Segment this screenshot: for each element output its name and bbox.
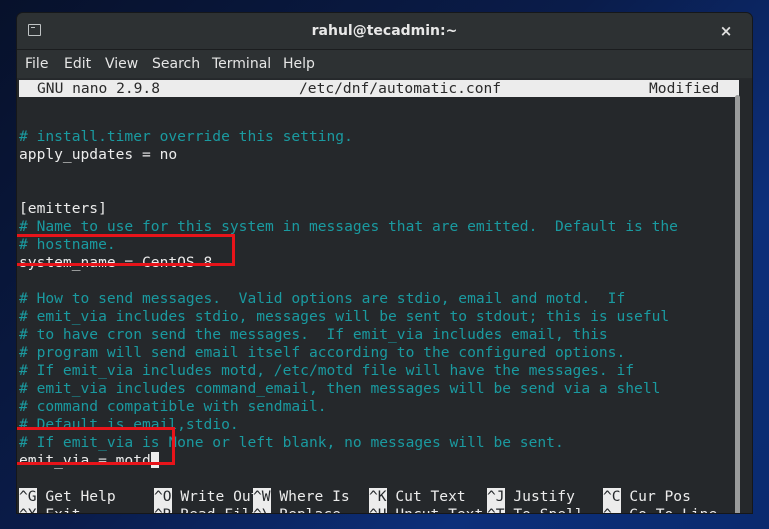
shortcut-item: ^O Write Out (154, 488, 259, 506)
shortcut-item: ^X Exit (19, 506, 81, 513)
shortcut-label: Exit (45, 506, 80, 513)
shortcut-key: ^X (19, 506, 37, 513)
shortcut-item: ^K Cut Text (369, 488, 466, 506)
shortcut-item: ^W Where Is (253, 488, 350, 506)
shortcut-label: Where Is (279, 488, 350, 505)
shortcut-key: ^T (487, 506, 505, 513)
shortcut-label: Uncut Text (395, 506, 483, 513)
shortcut-label: To Spell (513, 506, 583, 513)
menu-search[interactable]: Search (152, 50, 200, 78)
shortcut-key: ^\ (253, 506, 271, 513)
shortcut-key: ^_ (603, 506, 621, 513)
shortcut-item: ^T To Spell (487, 506, 584, 513)
menu-help[interactable]: Help (283, 50, 315, 78)
comment-line: # emit_via includes command_email, then … (19, 380, 661, 397)
shortcut-key: ^W (253, 488, 271, 506)
highlight-emit-via (17, 427, 175, 465)
comment-line: # program will send email itself accordi… (19, 344, 626, 361)
menu-file[interactable]: File (25, 50, 48, 78)
highlight-system-name (17, 234, 235, 266)
comment-line: # to have cron send the messages. If emi… (19, 326, 608, 343)
shortcut-item: ^J Justify (487, 488, 575, 506)
shortcut-key: ^C (603, 488, 621, 506)
shortcut-item: ^\ Replace (253, 506, 341, 513)
shortcut-label: Justify (513, 488, 575, 505)
shortcut-item: ^C Cur Pos (603, 488, 691, 506)
nano-filename: /etc/dnf/automatic.conf (299, 80, 502, 97)
shortcut-label: Cut Text (395, 488, 466, 505)
title-bar[interactable]: rahul@tecadmin:~ × (17, 13, 752, 50)
menu-view[interactable]: View (105, 50, 138, 78)
menu-bar: File Edit View Search Terminal Help (17, 50, 752, 78)
shortcut-key: ^U (369, 506, 387, 513)
close-icon[interactable]: × (716, 21, 736, 41)
shortcut-item: ^G Get Help (19, 488, 116, 506)
menu-terminal[interactable]: Terminal (212, 50, 271, 78)
shortcut-key: ^G (19, 488, 37, 506)
nano-status: Modified (649, 80, 720, 97)
scrollbar[interactable] (735, 95, 740, 513)
shortcut-label: Replace (279, 506, 341, 513)
shortcut-item: ^R Read File (154, 506, 259, 513)
code-line: [emitters] (19, 200, 107, 217)
shortcut-item: ^U Uncut Text (369, 506, 483, 513)
menu-edit[interactable]: Edit (64, 50, 91, 78)
comment-line: # command compatible with sendmail. (19, 398, 327, 415)
shortcut-label: Write Out (180, 488, 260, 505)
window-title: rahul@tecadmin:~ (311, 23, 458, 39)
shortcut-key: ^J (487, 488, 505, 506)
nano-version: GNU nano 2.9.8 (37, 80, 161, 97)
code-line: apply_updates = no (19, 146, 178, 163)
shortcut-label: Cur Pos (629, 488, 691, 505)
nano-header: GNU nano 2.9.8 /etc/dnf/automatic.conf M… (19, 80, 739, 97)
terminal-window: rahul@tecadmin:~ × File Edit View Search… (17, 13, 752, 513)
comment-line: # If emit_via includes motd, /etc/motd f… (19, 362, 635, 379)
comment-line: # install.timer override this setting. (19, 128, 353, 145)
shortcut-label: Get Help (45, 488, 116, 505)
shortcut-item: ^_ Go To Line (603, 506, 717, 513)
comment-line: # emit_via includes stdio, messages will… (19, 308, 670, 325)
shortcut-key: ^O (154, 488, 172, 506)
shortcut-key: ^R (154, 506, 172, 513)
terminal-area[interactable]: GNU nano 2.9.8 /etc/dnf/automatic.conf M… (17, 79, 752, 513)
shortcut-label: Read File (180, 506, 259, 513)
shortcut-label: Go To Line (629, 506, 717, 513)
shortcut-key: ^K (369, 488, 387, 506)
comment-line: # How to send messages. Valid options ar… (19, 290, 626, 307)
